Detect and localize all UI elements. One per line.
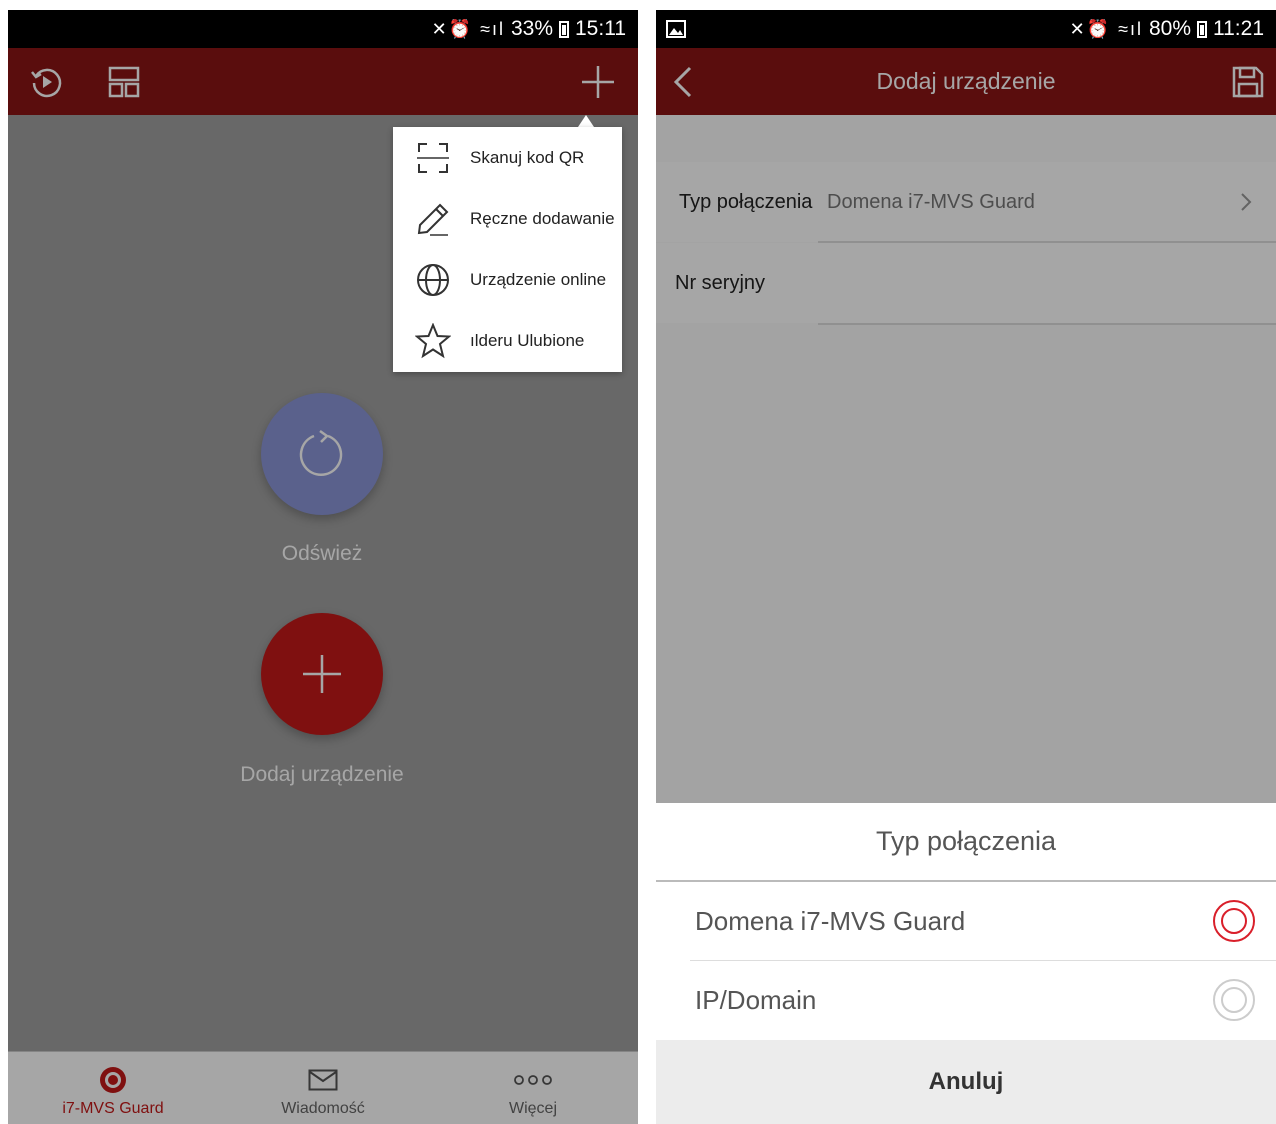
add-device-popup-menu: Skanuj kod QR Ręczne dodawanie Urządzeni… <box>393 127 622 372</box>
option-ip-domain[interactable]: IP/Domain <box>656 961 1276 1039</box>
clock: 15:11 <box>575 17 626 40</box>
tab-label: Więcej <box>508 1100 557 1117</box>
status-icons: ✕⏰ ≈ıl <box>431 18 505 39</box>
tab-messages[interactable]: Wiadomość <box>218 1052 428 1124</box>
option-domain[interactable]: Domena i7-MVS Guard <box>656 882 1276 960</box>
menu-item-online-device[interactable]: Urządzenie online <box>393 249 622 310</box>
tab-i7-mvs-guard[interactable]: i7-MVS Guard <box>8 1052 218 1124</box>
tab-label: Wiadomość <box>281 1100 365 1117</box>
connection-type-sheet: Typ połączenia Domena i7-MVS Guard IP/Do… <box>656 803 1276 1124</box>
radio-unselected-icon[interactable] <box>1212 978 1256 1022</box>
battery-icon <box>1197 20 1207 38</box>
qr-scan-icon <box>417 142 449 173</box>
bottom-tab-bar: i7-MVS Guard Wiadomość Więcej <box>8 1051 638 1124</box>
option-label: IP/Domain <box>695 985 817 1015</box>
status-icons: ✕⏰ ≈ıl <box>1069 18 1143 39</box>
refresh-icon <box>299 429 343 476</box>
add-device-button[interactable] <box>261 613 383 735</box>
serial-number-label: Nr seryjny <box>675 272 766 294</box>
battery-percent: 80% <box>1148 17 1191 40</box>
gallery-notification-icon <box>666 20 686 38</box>
connection-type-row[interactable]: Typ połączenia Domena i7-MVS Guard <box>656 162 1276 242</box>
refresh-button[interactable] <box>261 393 383 515</box>
battery-percent: 33% <box>510 17 553 40</box>
menu-item-label: Urządzenie online <box>470 269 607 289</box>
add-icon[interactable] <box>580 64 616 100</box>
status-bar: ✕⏰ ≈ıl 80% 11:21 <box>656 10 1276 48</box>
divider <box>818 323 1276 325</box>
menu-item-label: ılderu Ulubione <box>470 330 585 350</box>
layout-icon[interactable] <box>106 64 142 100</box>
popup-caret <box>578 115 594 127</box>
star-icon <box>415 322 451 358</box>
menu-item-manual-add[interactable]: Ręczne dodawanie <box>393 188 622 249</box>
status-bar: ✕⏰ ≈ıl 33% 15:11 <box>8 10 638 48</box>
option-label: Domena i7-MVS Guard <box>695 906 966 936</box>
app-bar <box>8 48 638 115</box>
add-device-label: Dodaj urządzenie <box>240 763 404 786</box>
menu-item-label: Skanuj kod QR <box>470 147 585 167</box>
chevron-right-icon <box>1241 193 1252 211</box>
refresh-label: Odśwież <box>281 542 363 565</box>
app-bar: Dodaj urządzenie <box>656 48 1276 115</box>
page-title: Dodaj urządzenie <box>876 68 1056 94</box>
globe-icon <box>417 263 449 296</box>
tab-label: i7-MVS Guard <box>62 1100 164 1117</box>
menu-item-label: Ręczne dodawanie <box>470 208 615 228</box>
playback-icon[interactable] <box>28 64 64 100</box>
tab-more[interactable]: Więcej <box>428 1052 638 1124</box>
battery-icon <box>559 20 569 38</box>
radio-selected-icon[interactable] <box>1212 899 1256 943</box>
sheet-title: Typ połączenia <box>875 826 1057 856</box>
connection-type-value: Domena i7-MVS Guard <box>827 191 1035 213</box>
more-icon <box>514 1075 552 1085</box>
connection-type-label: Typ połączenia <box>679 191 813 213</box>
plus-icon <box>303 655 341 693</box>
cancel-button[interactable]: Anuluj <box>656 1040 1276 1124</box>
camera-icon <box>100 1067 126 1093</box>
left-phone-screen: ✕⏰ ≈ıl 33% 15:11 Odśwież Dodaj urządzeni… <box>8 10 638 1124</box>
clock: 11:21 <box>1213 17 1264 40</box>
right-phone-screen: ✕⏰ ≈ıl 80% 11:21 Dodaj urządzenie Typ po… <box>656 10 1276 1124</box>
menu-item-favorites[interactable]: ılderu Ulubione <box>393 310 622 371</box>
pencil-icon <box>417 203 449 236</box>
serial-number-row[interactable]: Nr seryjny <box>656 243 1276 323</box>
menu-item-scan-qr[interactable]: Skanuj kod QR <box>393 127 622 188</box>
envelope-icon <box>308 1069 338 1091</box>
save-icon[interactable] <box>1232 66 1264 98</box>
